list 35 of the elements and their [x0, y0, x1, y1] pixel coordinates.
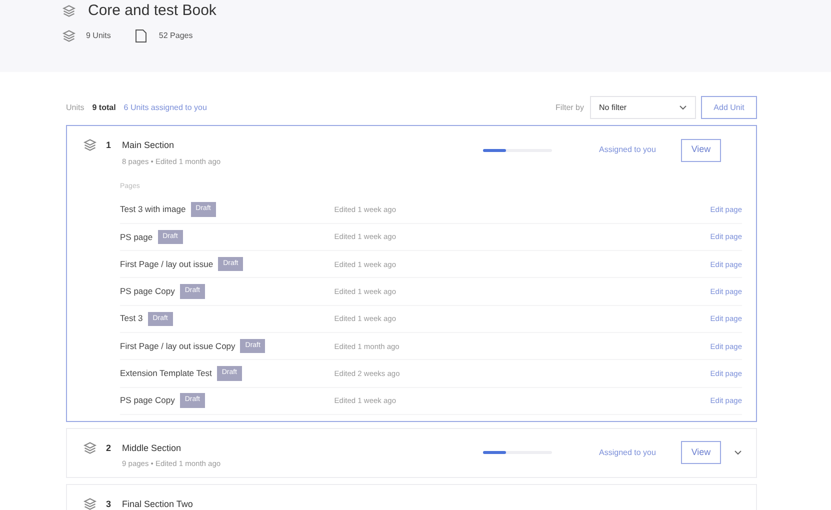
layers-icon [83, 440, 97, 455]
layers-icon [83, 138, 97, 152]
unit-title: Final Section Two [122, 498, 193, 510]
page-title: First Page / lay out issue Copy [120, 340, 236, 352]
units-count: 9 Units [86, 30, 111, 42]
pages-count: 52 Pages [158, 30, 193, 42]
layers-icon [62, 29, 76, 43]
page-title: First Page / lay out issue [120, 258, 214, 271]
layers-icon [62, 4, 76, 18]
book-title: Core and test Book [88, 2, 216, 20]
page-title: PS page Copy [120, 394, 175, 408]
chevron-down-icon[interactable] [734, 450, 742, 456]
page-title: PS page [120, 230, 153, 244]
assigned-status: Assigned to you [599, 446, 657, 459]
page-title: PS page Copy [120, 285, 175, 298]
page-title: Test 3 [120, 312, 143, 326]
add-unit-button[interactable]: Add Unit [701, 96, 757, 119]
units-label: Units [66, 102, 84, 114]
unit-number: 1 [106, 139, 112, 152]
units-total: 9 total [92, 102, 116, 114]
unit-title: Main Section [122, 139, 176, 152]
page-title: Test 3 with image [120, 203, 186, 216]
chevron-down-icon [679, 104, 687, 110]
view-button[interactable]: View [681, 138, 721, 162]
view-button[interactable]: View [681, 441, 721, 464]
layers-icon [83, 496, 97, 510]
assigned-units-link[interactable]: 6 Units assigned to you [124, 102, 207, 114]
unit-title: Middle Section [122, 442, 182, 455]
page-title: Extension Template Test [120, 367, 212, 380]
assigned-status: Assigned to you [599, 144, 657, 156]
filter-label: Filter by [556, 102, 584, 114]
document-icon [134, 29, 147, 43]
unit-number: 3 [106, 498, 112, 510]
filter-dropdown[interactable]: No filter [590, 96, 696, 119]
unit-number: 2 [106, 442, 112, 455]
